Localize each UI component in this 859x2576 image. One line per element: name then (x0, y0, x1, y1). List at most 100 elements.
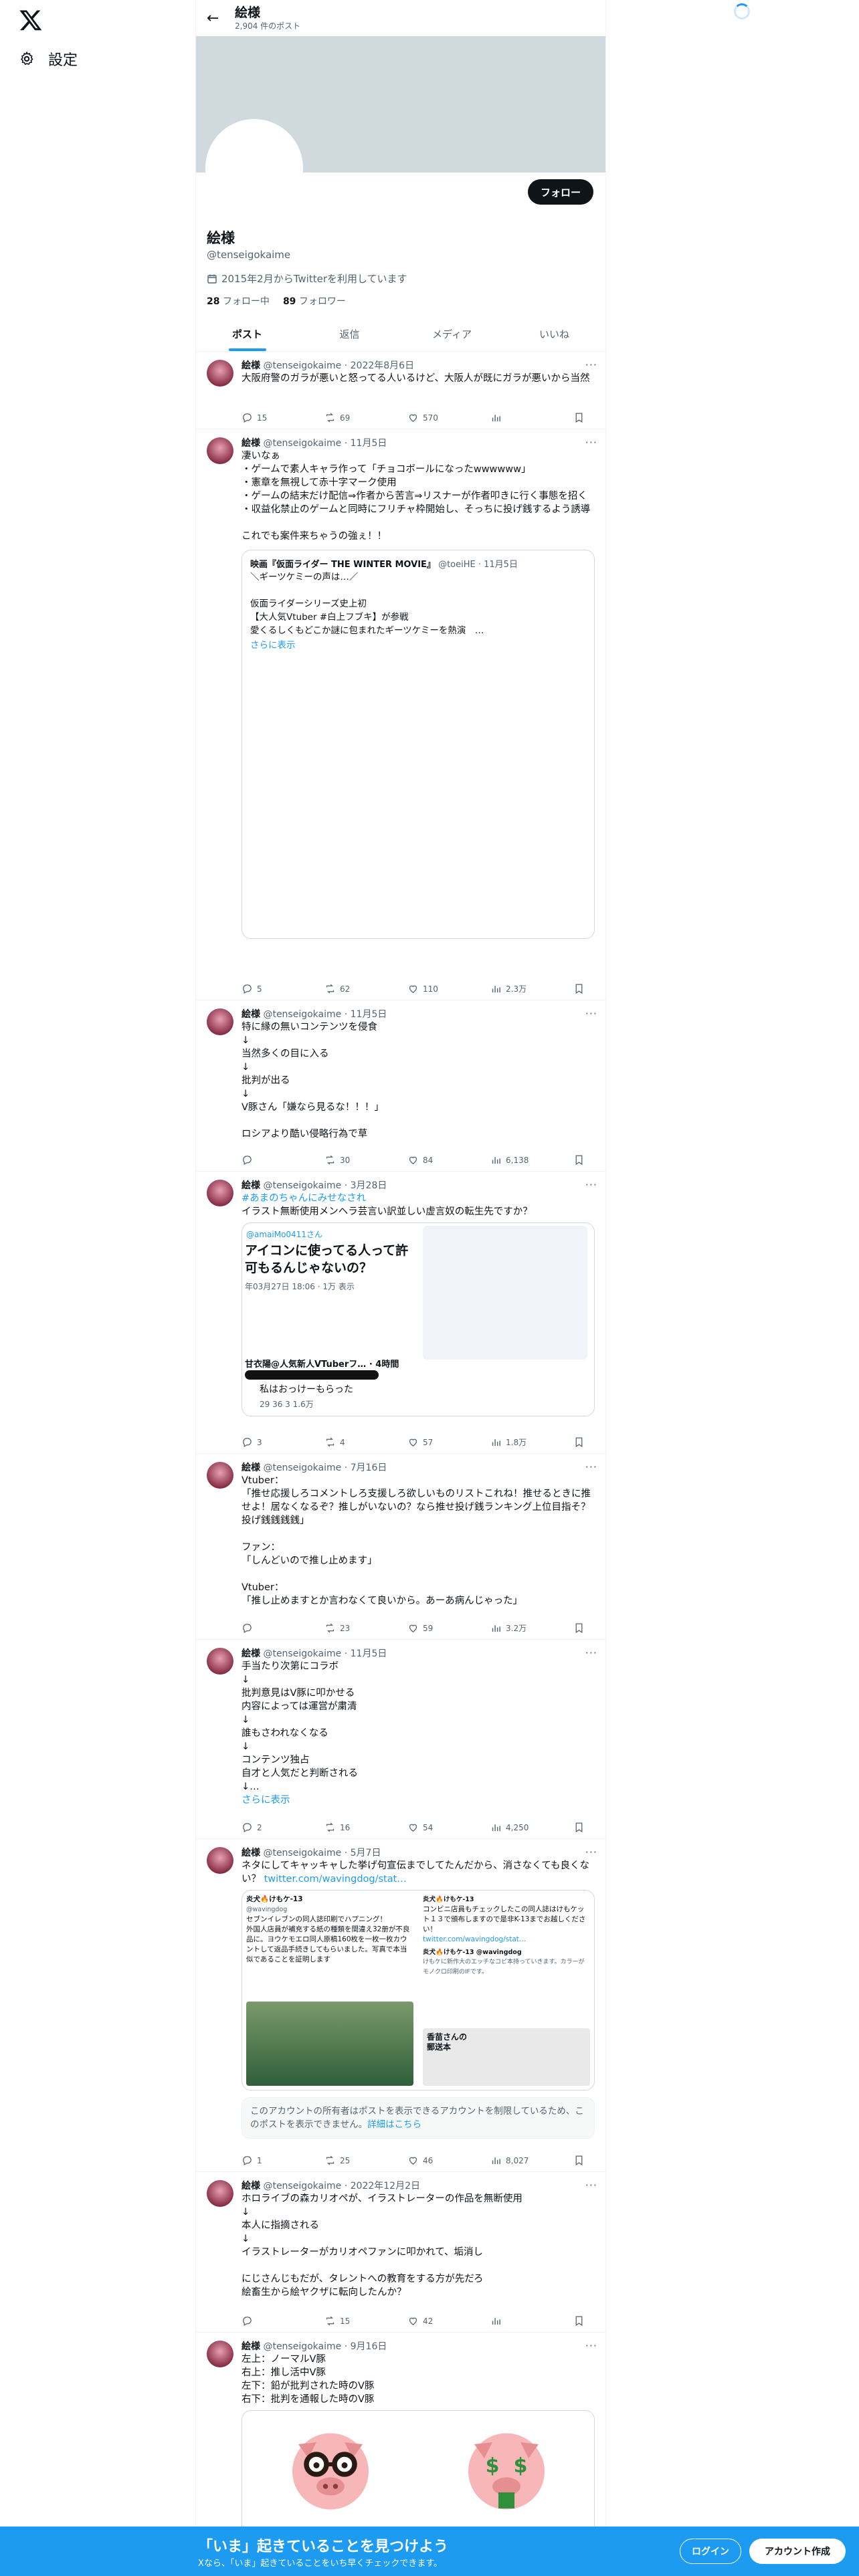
login-button[interactable]: ログイン (680, 2539, 741, 2564)
tweet-header: 絵様 @tenseigokaime · 11月5日 (242, 438, 387, 449)
retweet-button[interactable]: 16 (324, 1822, 365, 1833)
bookmark-button[interactable] (573, 2155, 587, 2166)
tweet-text: 大阪府警のガラが悪いと怒ってる人いるけど、大阪人が既にガラが悪いから当然 (242, 373, 590, 384)
bookmark-button[interactable] (573, 1154, 587, 1166)
bookmark-button[interactable] (573, 983, 587, 994)
tweet-avatar[interactable] (207, 360, 233, 387)
tweet-avatar[interactable] (207, 2341, 233, 2367)
show-more-link[interactable]: さらに表示 (250, 637, 586, 651)
like-button[interactable]: 57 (407, 1436, 448, 1448)
bookmark-button[interactable] (573, 412, 587, 423)
reply-button[interactable]: 3 (242, 1436, 282, 1448)
tab-media[interactable]: メディア (401, 317, 503, 351)
retweet-icon (326, 1822, 335, 1832)
x-logo-icon[interactable] (19, 8, 43, 32)
following-link[interactable]: 28 フォロー中 (207, 294, 270, 308)
profile-header-bar: ← 絵様 2,904 件のポスト (196, 0, 605, 36)
tweet-avatar[interactable] (207, 2180, 233, 2207)
reply-icon (243, 413, 252, 423)
retweet-button[interactable]: 4 (324, 1436, 365, 1448)
views-button[interactable]: 4,250 (490, 1822, 531, 1833)
bookmark-button[interactable] (573, 1622, 587, 1634)
tab-posts[interactable]: ポスト (196, 317, 298, 351)
quoted-tweet[interactable]: 映画『仮面ライダー THE WINTER MOVIE』 @toeiHE · 11… (242, 550, 595, 939)
tweet[interactable]: ··· 絵様 @tenseigokaime · 5月7日 ネタにしてキャッキャし… (196, 1839, 605, 2172)
reply-button[interactable] (242, 1154, 282, 1166)
reply-button[interactable]: 1 (242, 2155, 282, 2166)
retweet-button[interactable]: 23 (324, 1622, 365, 1634)
follow-stats: 28 フォロー中 89 フォロワー (207, 294, 346, 308)
heart-icon (409, 2317, 417, 2325)
bookmark-icon (575, 984, 583, 994)
tweet[interactable]: ··· 絵様 @tenseigokaime · 11月5日 特に縁の無いコンテン… (196, 1000, 605, 1172)
tweet[interactable]: ··· 絵様 @tenseigokaime · 11月5日 手当たり次第にコラボ… (196, 1640, 605, 1839)
signup-button[interactable]: アカウント作成 (749, 2539, 846, 2564)
tweet[interactable]: ··· 絵様 @tenseigokaime · 3月28日 #あまのちゃんにみせ… (196, 1172, 605, 1454)
reply-button[interactable]: 5 (242, 983, 282, 994)
bookmark-button[interactable] (573, 2315, 587, 2327)
like-button[interactable]: 570 (407, 412, 448, 423)
like-button[interactable]: 54 (407, 1822, 448, 1833)
views-button[interactable]: 6,138 (490, 1154, 531, 1166)
tweet-actions: 3 4 57 1.8万 (242, 1436, 587, 1448)
views-button[interactable] (490, 412, 531, 423)
tweet-avatar[interactable] (207, 1462, 233, 1489)
bookmark-icon (575, 1822, 583, 1833)
bookmark-button[interactable] (573, 1436, 587, 1448)
tab-likes[interactable]: いいね (503, 317, 605, 351)
follow-button[interactable]: フォロー (528, 179, 593, 205)
show-more-link[interactable]: さらに表示 (242, 1794, 595, 1807)
tweet-link[interactable]: twitter.com/wavingdog/stat… (264, 1874, 407, 1885)
like-button[interactable]: 46 (407, 2155, 448, 2166)
reply-button[interactable] (242, 1622, 282, 1634)
tweet[interactable]: ··· 絵様 @tenseigokaime · 11月5日 凄いなぁ ・ゲームで… (196, 429, 605, 1000)
tweet[interactable]: ··· 絵様 @tenseigokaime · 7月16日 Vtuber： 「推… (196, 1454, 605, 1640)
like-button[interactable]: 110 (407, 983, 448, 994)
tweet-avatar[interactable] (207, 437, 233, 464)
hashtag-link[interactable]: #あまのちゃんにみせなされ (242, 1192, 595, 1205)
tweet-header: 絵様 @tenseigokaime · 11月5日 (242, 1648, 387, 1659)
bookmark-button[interactable] (573, 1822, 587, 1833)
retweet-button[interactable]: 15 (324, 2315, 365, 2327)
views-button[interactable]: 1.8万 (490, 1436, 531, 1448)
tweet-text: イラスト無断使用メンヘラ芸言い訳並しい虚言奴の転生先ですか？ (242, 1206, 533, 1217)
reply-button[interactable] (242, 2315, 282, 2327)
like-button[interactable]: 84 (407, 1154, 448, 1166)
heart-icon (409, 1624, 417, 1632)
tweet-image[interactable]: @amaiMo0411さん アイコンに使ってる人って許可もるんじゃないの？ 年0… (242, 1222, 595, 1416)
settings-link[interactable]: 設定 (19, 48, 78, 70)
image-left[interactable]: 炎犬🔥けもケ-13 @wavingdog セブンイレブンの同人誌印刷でハプニング… (242, 1891, 417, 2090)
tweet-header: 絵様 @tenseigokaime · 5月7日 (242, 1848, 381, 1858)
tweet-header: 絵様 @tenseigokaime · 3月28日 (242, 1180, 387, 1191)
tweet-avatar[interactable] (207, 1847, 233, 1874)
tweet-avatar[interactable] (207, 1180, 233, 1206)
learn-more-link[interactable]: 詳細はこちら (367, 2119, 421, 2130)
quote-header: 映画『仮面ライダー THE WINTER MOVIE』 @toeiHE · 11… (250, 560, 518, 570)
tweet-avatar[interactable] (207, 1008, 233, 1035)
reply-button[interactable]: 2 (242, 1822, 282, 1833)
profile-avatar[interactable] (205, 119, 303, 217)
retweet-button[interactable]: 62 (324, 983, 365, 994)
image-right[interactable]: 炎犬🔥けもケ-13 コンビニ店員もチェックしたこの同人誌はけもケット１３で頒布し… (419, 1891, 594, 2090)
tweet-image[interactable]: $ $ (242, 2410, 595, 2544)
tab-replies[interactable]: 返信 (298, 317, 401, 351)
views-button[interactable]: 3.2万 (490, 1622, 531, 1634)
tweet[interactable]: ··· 絵様 @tenseigokaime · 2022年8月6日 大阪府警のガ… (196, 352, 605, 429)
tweet-avatar[interactable] (207, 1648, 233, 1675)
reply-button[interactable]: 15 (242, 412, 282, 423)
views-button[interactable]: 8,027 (490, 2155, 531, 2166)
retweet-button[interactable]: 69 (324, 412, 365, 423)
views-button[interactable] (490, 2315, 531, 2327)
tweet-text: ネタにしてキャッキャした挙げ句宣伝までしてたんだから、消さなくても良くない？ t… (242, 1860, 589, 1885)
tweet-header: 絵様 @tenseigokaime · 7月16日 (242, 1463, 387, 1473)
retweet-button[interactable]: 30 (324, 1154, 365, 1166)
followers-link[interactable]: 89 フォロワー (283, 294, 346, 308)
retweet-button[interactable]: 25 (324, 2155, 365, 2166)
views-icon (492, 1625, 500, 1632)
retweet-icon (326, 413, 335, 423)
back-arrow-icon[interactable]: ← (207, 10, 227, 27)
like-button[interactable]: 59 (407, 1622, 448, 1634)
tweet[interactable]: ··· 絵様 @tenseigokaime · 2022年12月2日 ホロライブ… (196, 2172, 605, 2333)
views-button[interactable]: 2.3万 (490, 983, 531, 994)
like-button[interactable]: 42 (407, 2315, 448, 2327)
